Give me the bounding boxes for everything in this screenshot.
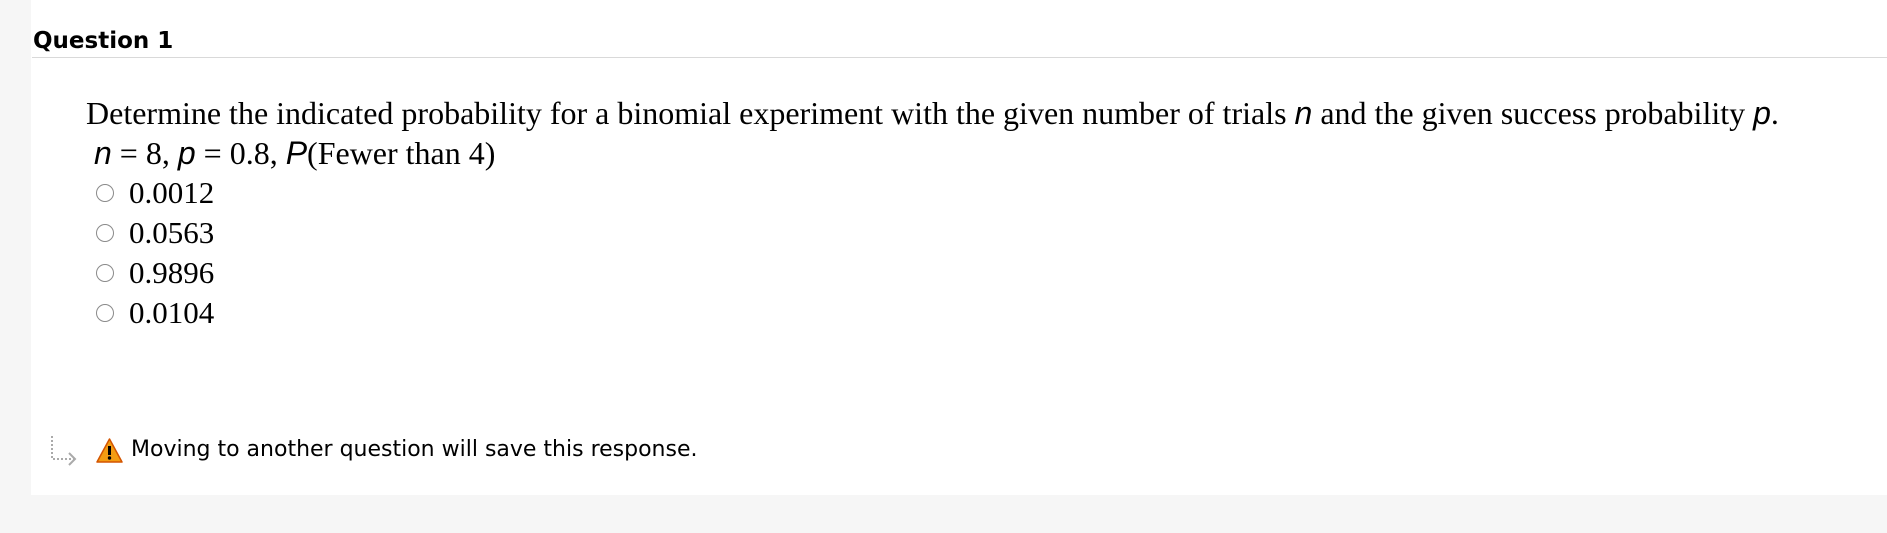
question-title: Question 1 [33, 28, 174, 54]
answer-options: 0.0012 0.0563 0.9896 0.0104 [86, 173, 1866, 333]
given-n-value: = 8, [111, 135, 178, 171]
radio-button[interactable] [96, 224, 114, 242]
question-givens: n = 8, p = 0.8, P(Fewer than 4) [94, 133, 1866, 173]
question-body: Determine the indicated probability for … [86, 93, 1866, 333]
probability-event: (Fewer than 4) [307, 135, 496, 171]
probability-function: P [285, 135, 308, 171]
answer-option[interactable]: 0.0012 [96, 173, 1866, 213]
radio-button[interactable] [96, 184, 114, 202]
prompt-variable-p: p [1753, 95, 1771, 131]
prompt-period: . [1770, 95, 1779, 131]
radio-button[interactable] [96, 264, 114, 282]
prompt-variable-n: n [1294, 95, 1313, 131]
save-note-text: Moving to another question will save thi… [131, 437, 698, 462]
given-n-variable: n [94, 135, 112, 171]
answer-option-label: 0.9896 [129, 255, 215, 290]
given-p-value: = 0.8, [195, 135, 286, 171]
prompt-text: Determine the indicated probability for … [86, 95, 1295, 131]
answer-option[interactable]: 0.0563 [96, 213, 1866, 253]
answer-option-label: 0.0012 [129, 175, 215, 210]
save-response-note: Moving to another question will save thi… [48, 433, 698, 467]
answer-option-label: 0.0563 [129, 215, 215, 250]
question-header: Question 1 [32, 26, 1887, 58]
question-card: Question 1 Determine the indicated proba… [31, 0, 1887, 495]
given-p-variable: p [177, 135, 196, 171]
answer-option[interactable]: 0.0104 [96, 293, 1866, 333]
arrow-right-icon [51, 436, 77, 466]
radio-button[interactable] [96, 304, 114, 322]
answer-option-label: 0.0104 [129, 295, 215, 330]
prompt-text: and the given success probability [1312, 95, 1754, 131]
warning-icon [96, 437, 123, 463]
question-prompt: Determine the indicated probability for … [86, 93, 1866, 133]
answer-option[interactable]: 0.9896 [96, 253, 1866, 293]
